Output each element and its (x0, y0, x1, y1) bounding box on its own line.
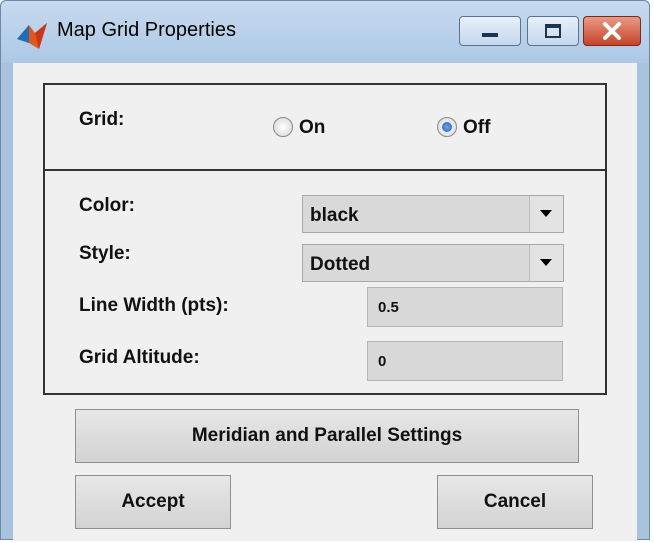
color-dropdown-arrow[interactable] (529, 196, 563, 232)
grid-properties-panel: Color: black Style: Dotted Line Width (p… (43, 169, 607, 395)
dialog-window: Map Grid Properties Grid: On Off Color: … (0, 0, 650, 541)
title-bar[interactable]: Map Grid Properties (1, 1, 649, 63)
window-title: Map Grid Properties (57, 19, 236, 41)
maximize-button[interactable] (527, 16, 579, 46)
grid-off-radio[interactable] (437, 117, 457, 137)
style-label: Style: (79, 243, 131, 264)
matlab-logo-icon (17, 23, 47, 49)
grid-altitude-label: Grid Altitude: (79, 347, 200, 368)
maximize-icon (545, 24, 561, 38)
style-dropdown-value: Dotted (310, 254, 371, 275)
grid-panel: Grid: On Off (43, 83, 607, 171)
accept-button[interactable]: Accept (75, 475, 231, 529)
radio-selected-dot (442, 122, 452, 132)
color-dropdown-value: black (310, 205, 359, 226)
close-icon (603, 22, 621, 40)
line-width-label: Line Width (pts): (79, 295, 229, 316)
color-label: Color: (79, 195, 135, 216)
dialog-content: Grid: On Off Color: black Style: Dotted (13, 63, 637, 541)
cancel-button[interactable]: Cancel (437, 475, 593, 529)
style-dropdown[interactable]: Dotted (302, 244, 564, 282)
grid-on-radio[interactable] (273, 117, 293, 137)
minimize-button[interactable] (459, 16, 521, 46)
chevron-down-icon (540, 210, 552, 217)
meridian-parallel-settings-button[interactable]: Meridian and Parallel Settings (75, 409, 579, 463)
line-width-field[interactable]: 0.5 (367, 287, 563, 327)
minimize-icon (482, 33, 498, 37)
grid-on-label[interactable]: On (299, 117, 325, 139)
grid-altitude-field[interactable]: 0 (367, 341, 563, 381)
grid-altitude-value: 0 (378, 353, 387, 370)
line-width-value: 0.5 (378, 299, 399, 316)
grid-label: Grid: (79, 109, 125, 130)
close-button[interactable] (583, 16, 641, 46)
grid-off-label[interactable]: Off (463, 117, 490, 139)
style-dropdown-arrow[interactable] (529, 245, 563, 281)
chevron-down-icon (540, 259, 552, 266)
color-dropdown[interactable]: black (302, 195, 564, 233)
